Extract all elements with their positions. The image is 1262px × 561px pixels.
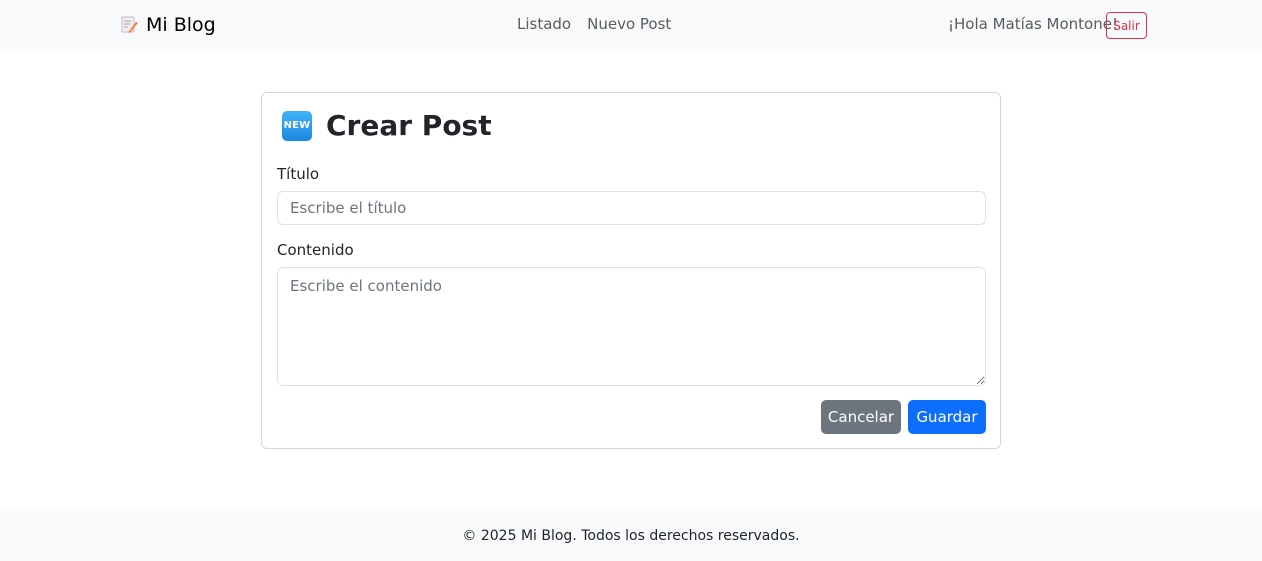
footer: © 2025 Mi Blog. Todos los derechos reser… — [0, 511, 1262, 561]
user-greeting: ¡Hola Matías Montone! — [948, 15, 1118, 33]
title-label: Título — [277, 165, 320, 183]
page-title: NEW Crear Post — [282, 109, 492, 142]
navbar: Mi Blog Listado Nuevo Post ¡Hola Matías … — [0, 0, 1262, 49]
save-button[interactable]: Guardar — [908, 400, 986, 434]
cancel-button[interactable]: Cancelar — [821, 400, 901, 434]
brand-name: Mi Blog — [146, 14, 216, 36]
content-label: Contenido — [277, 241, 354, 259]
brand-link[interactable]: Mi Blog — [120, 13, 216, 37]
new-badge-icon: NEW — [282, 110, 312, 141]
create-post-card: NEW Crear Post Título Contenido Cancelar… — [261, 92, 1001, 449]
page-title-text: Crear Post — [326, 109, 492, 142]
memo-icon — [120, 16, 138, 34]
logout-button[interactable]: Salir — [1106, 12, 1147, 39]
nav-links: Listado Nuevo Post — [517, 15, 671, 33]
nav-link-nuevo-post[interactable]: Nuevo Post — [587, 15, 671, 33]
title-input[interactable] — [277, 191, 986, 225]
nav-link-listado[interactable]: Listado — [517, 15, 571, 33]
footer-text: © 2025 Mi Blog. Todos los derechos reser… — [462, 528, 800, 544]
content-textarea[interactable] — [277, 267, 986, 386]
